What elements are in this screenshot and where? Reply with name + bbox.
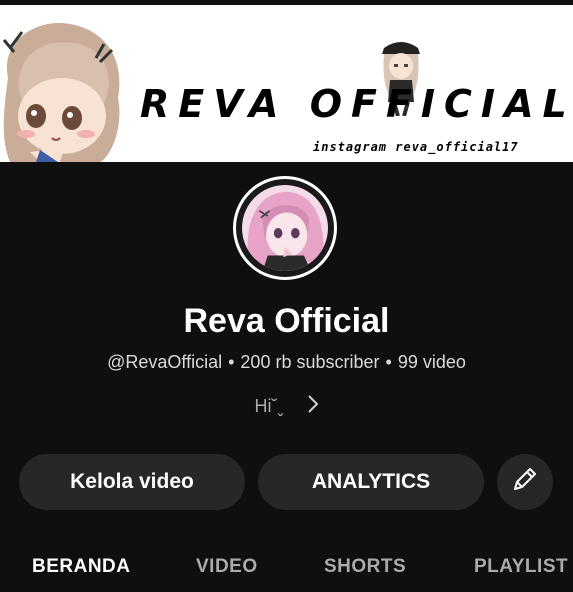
- tab-shorts[interactable]: SHORTS: [324, 556, 406, 578]
- channel-meta: @RevaOfficial • 200 rb subscriber • 99 video: [0, 350, 573, 374]
- tab-video[interactable]: VIDEO: [196, 556, 258, 578]
- channel-name: Reva Official: [183, 302, 390, 340]
- edit-channel-button[interactable]: [497, 454, 553, 510]
- channel-avatar[interactable]: [233, 176, 337, 280]
- chevron-right-icon: [307, 394, 319, 421]
- tab-playlist[interactable]: PLAYLIST: [474, 556, 568, 578]
- manage-videos-button[interactable]: Kelola video: [19, 454, 245, 510]
- pencil-icon: [510, 464, 540, 500]
- meta-separator: •: [385, 352, 392, 372]
- meta-separator: •: [228, 352, 235, 372]
- banner-instagram-text: instagram reva_official17: [313, 140, 519, 154]
- banner-title: REVA OFFICIAL: [140, 82, 573, 126]
- subscriber-count: 200 rb subscriber: [240, 352, 380, 372]
- banner-top-edge: [0, 0, 573, 5]
- channel-description[interactable]: Hi˘ˬ: [0, 393, 573, 421]
- channel-tabs: BERANDA VIDEO SHORTS PLAYLIST: [0, 552, 573, 592]
- banner-character-art: [2, 22, 120, 162]
- tab-beranda[interactable]: BERANDA: [32, 556, 131, 578]
- avatar-character-art: [242, 185, 328, 271]
- channel-banner: REVA OFFICIAL instagram reva_official17: [0, 0, 573, 162]
- video-count: 99 video: [397, 352, 466, 372]
- channel-handle: @RevaOfficial: [107, 352, 223, 372]
- analytics-button[interactable]: ANALYTICS: [258, 454, 484, 510]
- description-text: Hi˘ˬ: [254, 396, 284, 416]
